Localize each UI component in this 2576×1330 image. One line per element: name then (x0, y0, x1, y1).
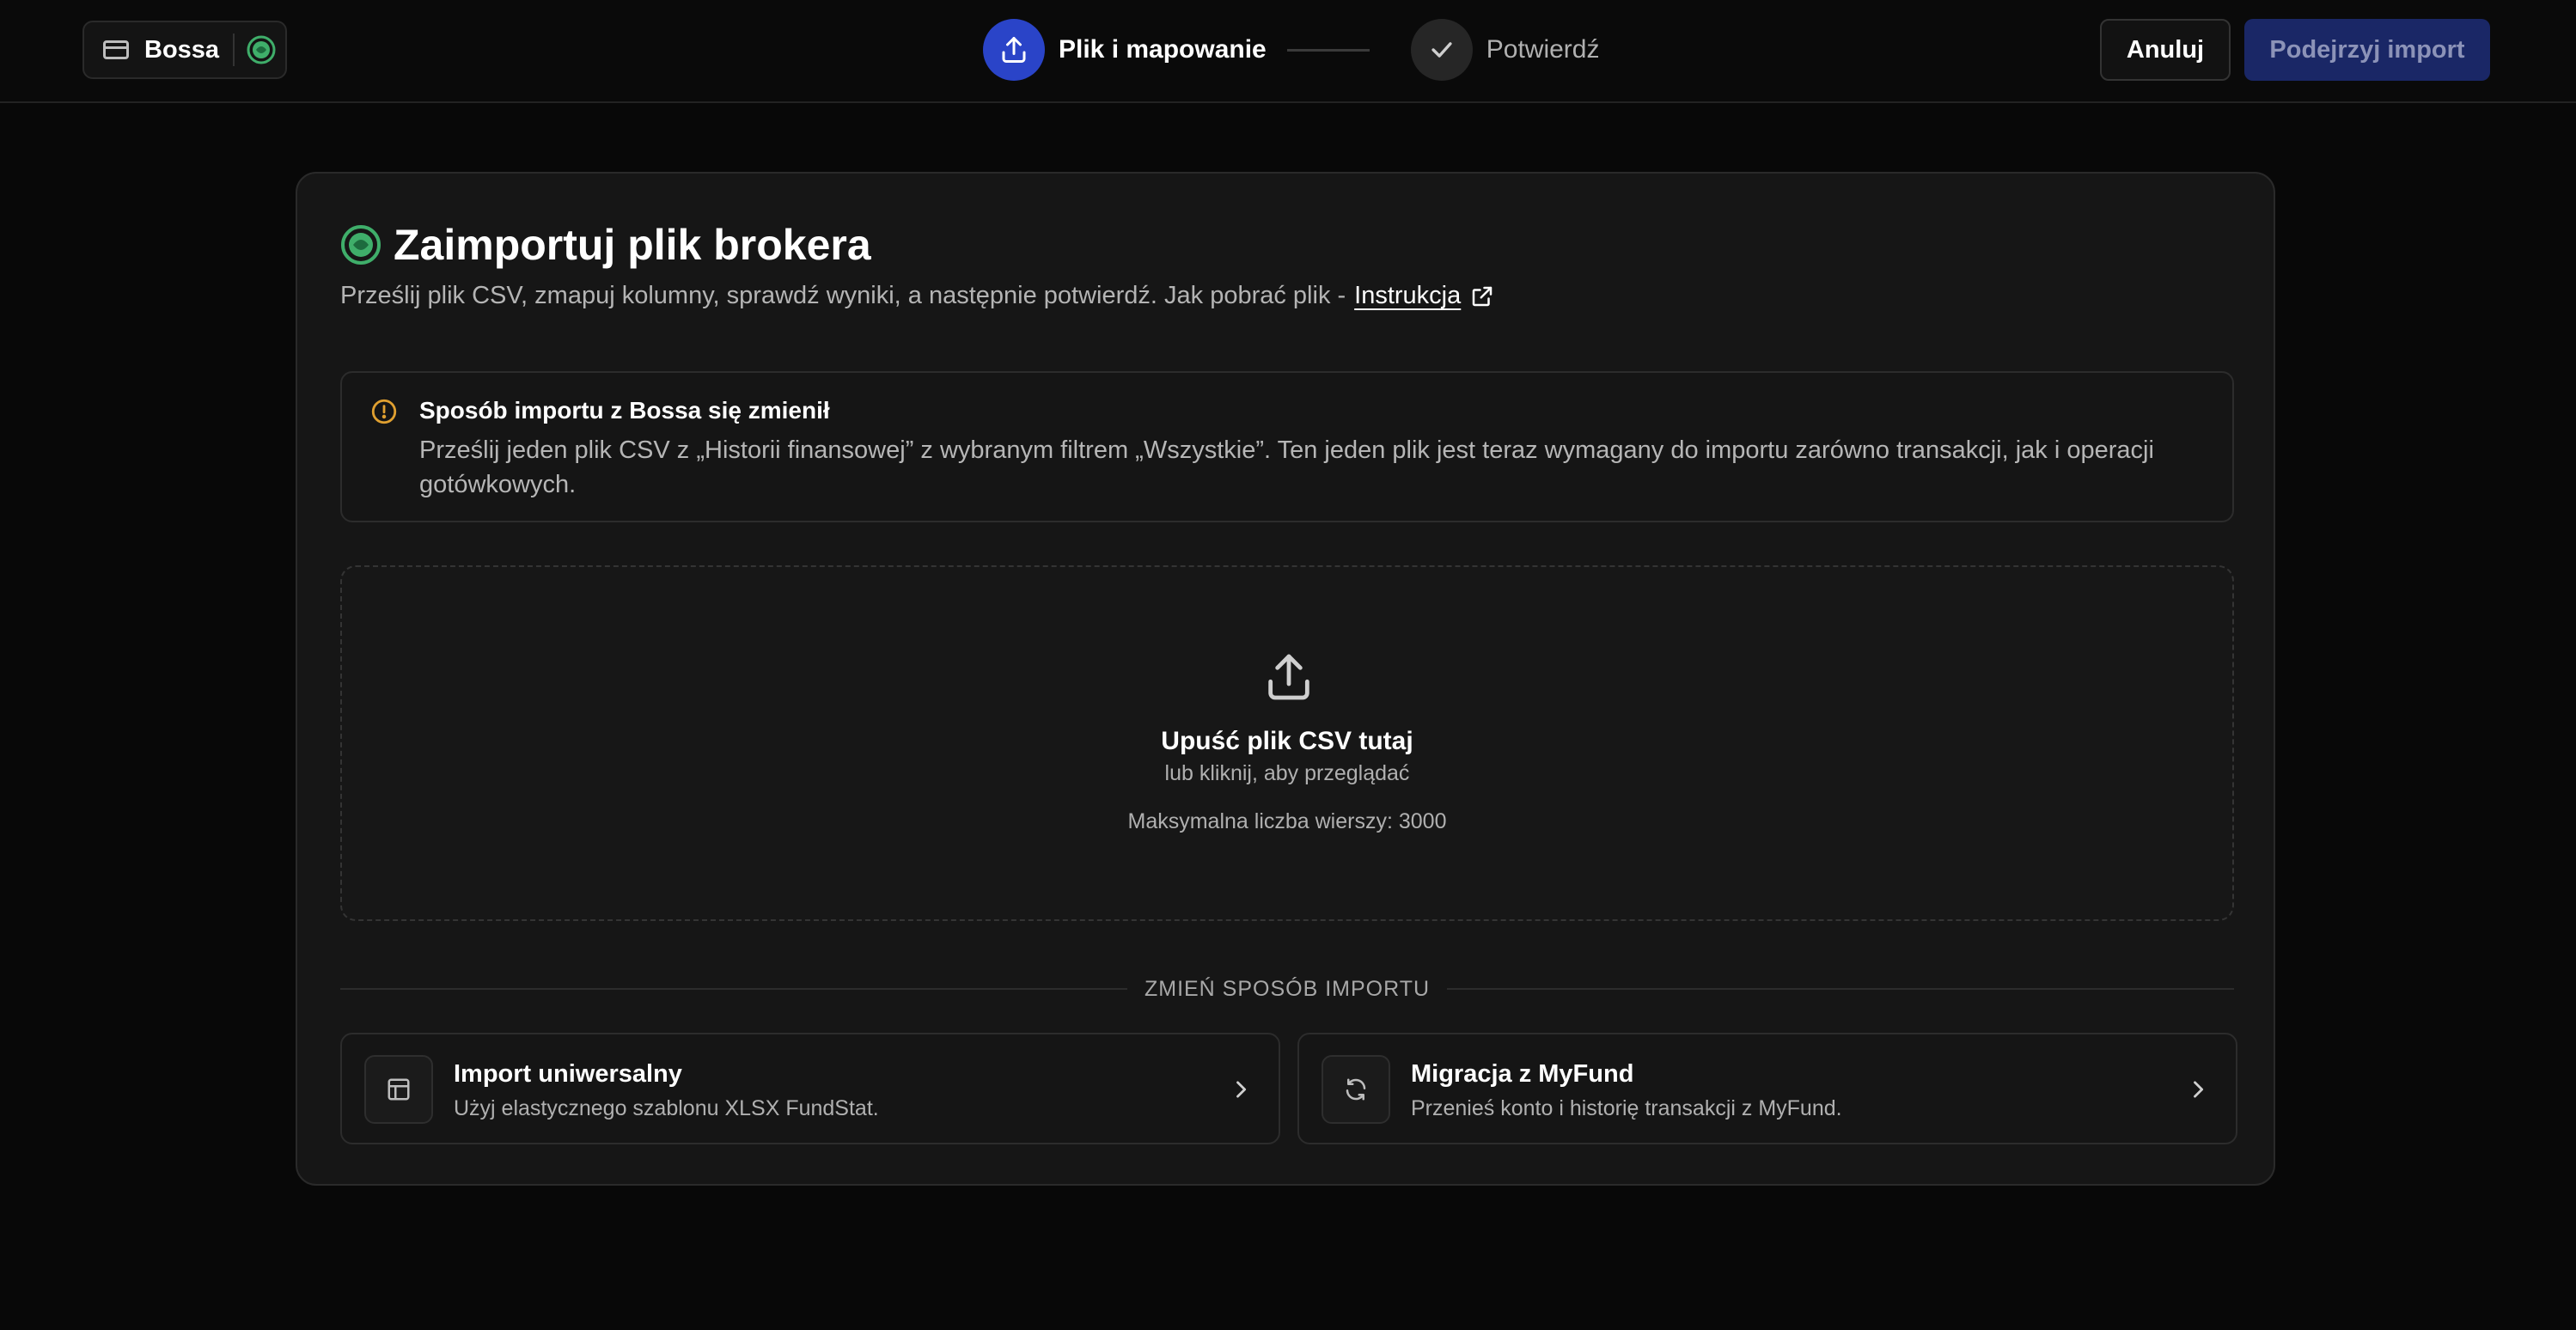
alert-circle-icon (371, 399, 397, 424)
page-title-row: Zaimportuj plik brokera (340, 220, 871, 270)
broker-logo-icon (247, 35, 276, 64)
notice-body: Prześlij jeden plik CSV z „Historii fina… (419, 436, 2154, 498)
upload-icon (1268, 654, 1309, 700)
option-title: Import uniwersalny (454, 1060, 682, 1088)
option-description: Użyj elastycznego szablonu XLSX FundStat… (454, 1096, 879, 1120)
divider-line (1447, 988, 2235, 990)
page-subtitle: Prześlij plik CSV, zmapuj kolumny, spraw… (340, 282, 1495, 310)
option-title: Migracja z MyFund (1411, 1060, 1634, 1088)
option-icon-box (364, 1055, 433, 1124)
import-stepper: Plik i mapowanie Potwierdź (983, 19, 1599, 81)
broker-logo-icon (341, 225, 381, 265)
divider-label: ZMIEŃ SPOSÓB IMPORTU (1144, 976, 1431, 1001)
preview-import-button[interactable]: Podejrzyj import (2244, 19, 2490, 81)
notice-title: Sposób importu z Bossa się zmienił (419, 397, 830, 424)
step-label-upload: Plik i mapowanie (1059, 35, 1267, 64)
step-label-confirm: Potwierdź (1486, 35, 1600, 64)
option-description: Przenieś konto i historię transakcji z M… (1411, 1096, 1842, 1120)
account-selector[interactable]: Bossa (82, 21, 287, 79)
account-name: Bossa (144, 35, 220, 64)
chevron-right-icon (1236, 1081, 1247, 1098)
import-card: Zaimportuj plik brokera Prześlij plik CS… (296, 172, 2275, 1186)
divider-line (340, 988, 1127, 990)
dropzone-title: Upuść plik CSV tutaj (1161, 727, 1413, 755)
step-connector (1286, 48, 1370, 52)
universal-import-option[interactable]: Import uniwersalny Użyj elastycznego sza… (340, 1033, 1280, 1144)
dropzone-subtitle: lub kliknij, aby przeglądać (1164, 761, 1410, 785)
external-link-icon[interactable] (1469, 284, 1495, 309)
check-icon (1431, 42, 1452, 58)
step-confirm-indicator (1410, 19, 1473, 81)
top-bar: Bossa Plik i mapowanie Potwierdź Anuluj … (0, 0, 2576, 103)
table-icon (388, 1078, 410, 1101)
import-change-notice: Sposób importu z Bossa się zmienił Prześ… (340, 371, 2234, 522)
subtitle-text: Prześlij plik CSV, zmapuj kolumny, spraw… (340, 282, 1346, 309)
chevron-right-icon (2194, 1081, 2204, 1098)
step-upload-indicator (983, 19, 1045, 81)
csv-dropzone[interactable]: Upuść plik CSV tutaj lub kliknij, aby pr… (340, 565, 2234, 921)
cancel-button[interactable]: Anuluj (2100, 19, 2231, 81)
instructions-link[interactable]: Instrukcja (1354, 282, 1461, 310)
credit-card-icon (103, 40, 129, 59)
chip-divider (233, 34, 235, 66)
upload-icon (1002, 37, 1026, 63)
page-title: Zaimportuj plik brokera (394, 221, 871, 269)
dropzone-row-limit: Maksymalna liczba wierszy: 3000 (1127, 809, 1447, 833)
option-icon-box (1322, 1055, 1390, 1124)
section-divider: ZMIEŃ SPOSÓB IMPORTU (340, 976, 2235, 1002)
refresh-icon (1346, 1078, 1366, 1101)
myfund-migration-option[interactable]: Migracja z MyFund Przenieś konto i histo… (1297, 1033, 2237, 1144)
